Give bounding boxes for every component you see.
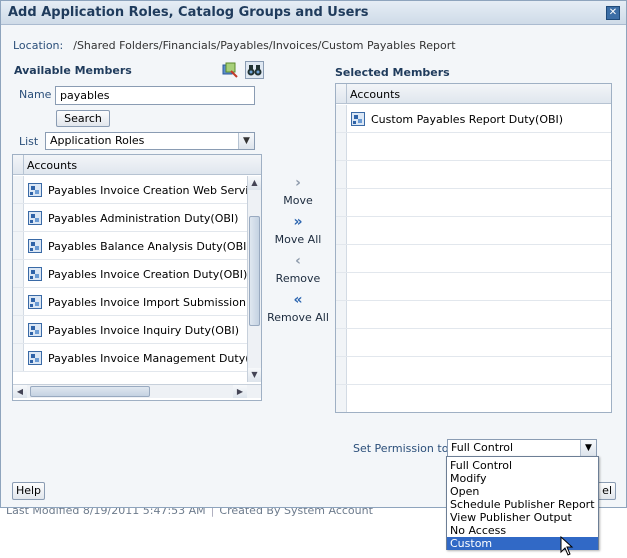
dialog-title: Add Application Roles, Catalog Groups an… — [8, 5, 369, 20]
selected-members-table: Accounts Custom Payables Report Duty(OBI… — [335, 83, 612, 413]
chevron-down-icon[interactable]: ▼ — [580, 440, 596, 456]
list-item-label: Payables Administration Duty(OBI) — [48, 212, 239, 225]
move-button[interactable]: › Move — [263, 176, 333, 207]
move-all-label: Move All — [274, 233, 322, 246]
scroll-left-icon[interactable]: ◀ — [13, 385, 27, 398]
help-button[interactable]: Help — [12, 482, 45, 500]
add-members-dialog: Add Application Roles, Catalog Groups an… — [0, 0, 627, 508]
hscroll-thumb[interactable] — [30, 386, 150, 397]
list-item-label: Payables Invoice Import Submission Duty — [48, 296, 262, 309]
list-item[interactable]: Payables Invoice Creation Duty(OBI) — [13, 260, 248, 288]
empty-row — [336, 133, 611, 161]
location-label: Location: — [13, 39, 64, 52]
list-item[interactable]: Payables Administration Duty(OBI) — [13, 204, 248, 232]
close-icon[interactable]: ✕ — [606, 6, 620, 20]
application-role-icon — [28, 239, 42, 253]
empty-row — [336, 301, 611, 329]
move-icon: › — [295, 175, 301, 191]
list-item[interactable]: Payables Invoice Management Duty(OBI — [13, 344, 261, 372]
list-item[interactable]: Payables Balance Analysis Duty(OBI) — [13, 232, 251, 260]
binoculars-icon[interactable] — [245, 61, 264, 79]
name-label: Name — [19, 88, 52, 101]
permission-dropdown-list: Full Control Modify Open Schedule Publisher… — [446, 456, 599, 550]
name-search-input[interactable]: payables — [55, 86, 255, 105]
application-role-icon — [28, 211, 42, 225]
search-button[interactable]: Search — [56, 110, 110, 127]
horizontal-scrollbar[interactable]: ◀ ▶ — [13, 384, 261, 398]
application-role-icon — [28, 295, 42, 309]
remove-label: Remove — [275, 272, 321, 285]
search-options-icon[interactable] — [222, 62, 238, 78]
move-all-icon: » — [293, 214, 303, 230]
empty-row — [336, 329, 611, 357]
empty-row — [336, 245, 611, 273]
empty-row — [336, 273, 611, 301]
chevron-down-icon[interactable]: ▼ — [238, 133, 254, 149]
permission-option[interactable]: Full Control — [447, 459, 598, 472]
list-item[interactable]: Payables Invoice Inquiry Duty(OBI) — [13, 316, 248, 344]
scroll-right-icon[interactable]: ▶ — [233, 385, 247, 398]
permission-option[interactable]: Modify — [447, 472, 598, 485]
table-header: Accounts — [13, 155, 261, 175]
list-item-label: Payables Invoice Creation Web Service D — [48, 184, 262, 197]
permission-option[interactable]: View Publisher Output — [447, 511, 598, 524]
move-all-button[interactable]: » Move All — [263, 215, 333, 246]
location-path: /Shared Folders/Financials/Payables/Invo… — [73, 39, 456, 52]
permission-select[interactable]: Full Control ▼ — [447, 439, 597, 457]
application-role-icon — [351, 112, 365, 126]
empty-row — [336, 357, 611, 385]
accounts-column-header[interactable]: Accounts — [27, 159, 77, 172]
mouse-cursor-icon — [560, 536, 574, 556]
remove-icon: ‹ — [295, 253, 301, 269]
application-role-icon — [28, 351, 42, 365]
application-role-icon — [28, 267, 42, 281]
dialog-titlebar: Add Application Roles, Catalog Groups an… — [1, 1, 626, 25]
remove-all-label: Remove All — [267, 311, 329, 324]
table-header: Accounts — [336, 84, 611, 104]
location-row: Location: /Shared Folders/Financials/Paya… — [13, 39, 456, 52]
list-type-value: Application Roles — [50, 134, 145, 147]
list-label: List — [19, 135, 39, 148]
application-role-icon — [28, 323, 42, 337]
list-type-select[interactable]: Application Roles ▼ — [45, 132, 255, 150]
permission-value: Full Control — [451, 441, 514, 454]
remove-all-button[interactable]: « Remove All — [263, 293, 333, 324]
permission-option[interactable]: Schedule Publisher Report — [447, 498, 598, 511]
remove-button[interactable]: ‹ Remove — [263, 254, 333, 285]
list-item[interactable]: Payables Invoice Creation Web Service D — [13, 176, 261, 204]
list-item-label: Payables Balance Analysis Duty(OBI) — [48, 240, 251, 253]
scroll-thumb[interactable] — [249, 216, 260, 326]
empty-row — [336, 161, 611, 189]
list-item-label: Payables Invoice Inquiry Duty(OBI) — [48, 324, 240, 337]
permission-option[interactable]: No Access — [447, 524, 598, 537]
empty-row — [336, 189, 611, 217]
permission-option[interactable]: Custom — [447, 537, 598, 550]
move-label: Move — [283, 194, 313, 207]
list-item[interactable]: Payables Invoice Import Submission Duty — [13, 288, 261, 316]
selected-members-heading: Selected Members — [335, 66, 450, 79]
application-role-icon — [28, 183, 42, 197]
accounts-column-header[interactable]: Accounts — [350, 88, 400, 101]
empty-row — [336, 385, 611, 412]
list-item-label: Custom Payables Report Duty(OBI) — [371, 113, 564, 126]
available-members-heading: Available Members — [14, 64, 132, 77]
set-permission-label: Set Permission to — [353, 442, 449, 455]
empty-row — [336, 217, 611, 245]
list-item-label: Payables Invoice Management Duty(OBI — [48, 352, 262, 365]
vertical-scrollbar[interactable]: ▲ ▼ — [247, 176, 261, 382]
remove-all-icon: « — [293, 292, 303, 308]
permission-option[interactable]: Open — [447, 485, 598, 498]
scroll-up-icon[interactable]: ▲ — [248, 176, 261, 190]
list-item-label: Payables Invoice Creation Duty(OBI) — [48, 268, 248, 281]
list-item[interactable]: Custom Payables Report Duty(OBI) — [336, 105, 611, 133]
available-members-table: Accounts Payables Invoice Creation Web S… — [12, 154, 262, 401]
scroll-down-icon[interactable]: ▼ — [248, 368, 261, 382]
